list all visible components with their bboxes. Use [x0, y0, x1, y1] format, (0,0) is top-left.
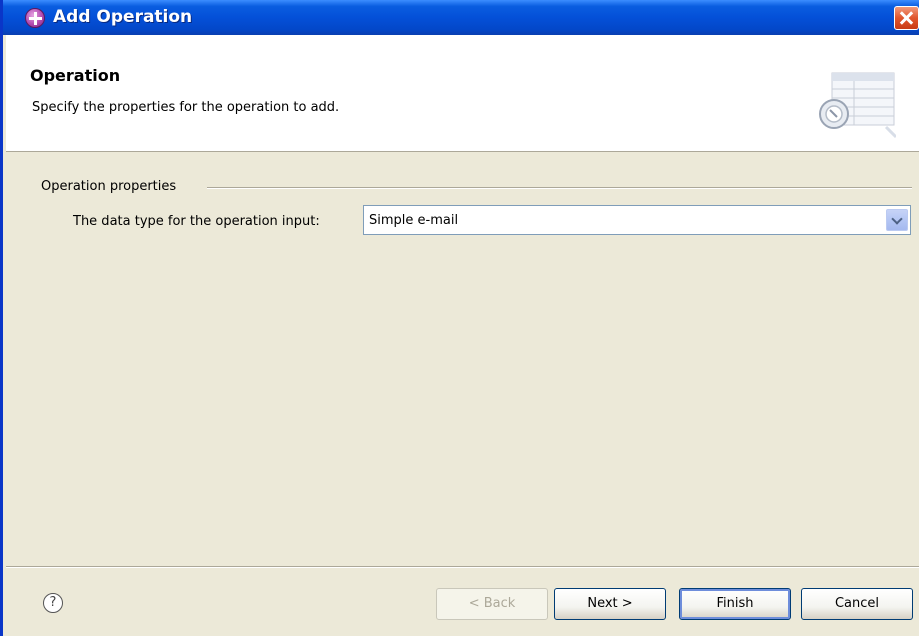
- close-button[interactable]: [894, 6, 919, 30]
- input-type-label: The data type for the operation input:: [73, 214, 320, 229]
- page-title: Operation: [30, 66, 121, 85]
- next-button[interactable]: Next >: [554, 588, 666, 620]
- group-label: Operation properties: [41, 179, 177, 194]
- back-button[interactable]: < Back: [436, 588, 548, 620]
- cancel-button[interactable]: Cancel: [801, 588, 913, 620]
- input-type-select[interactable]: Simple e-mail: [363, 205, 911, 235]
- page-description: Specify the properties for the operation…: [32, 100, 340, 115]
- footer-divider: [6, 566, 919, 568]
- wizard-header: Operation Specify the properties for the…: [6, 35, 919, 152]
- help-icon[interactable]: ?: [43, 593, 63, 613]
- finish-button[interactable]: Finish: [679, 588, 791, 620]
- input-type-value: Simple e-mail: [369, 213, 459, 228]
- window-title: Add Operation: [53, 7, 193, 27]
- add-operation-dialog: Add Operation Operation Specify the prop…: [0, 0, 919, 636]
- add-operation-icon: [25, 8, 45, 28]
- wizard-table-icon: [819, 72, 896, 139]
- title-bar[interactable]: Add Operation: [3, 0, 919, 35]
- chevron-down-icon[interactable]: [886, 209, 908, 231]
- group-divider: [207, 187, 912, 189]
